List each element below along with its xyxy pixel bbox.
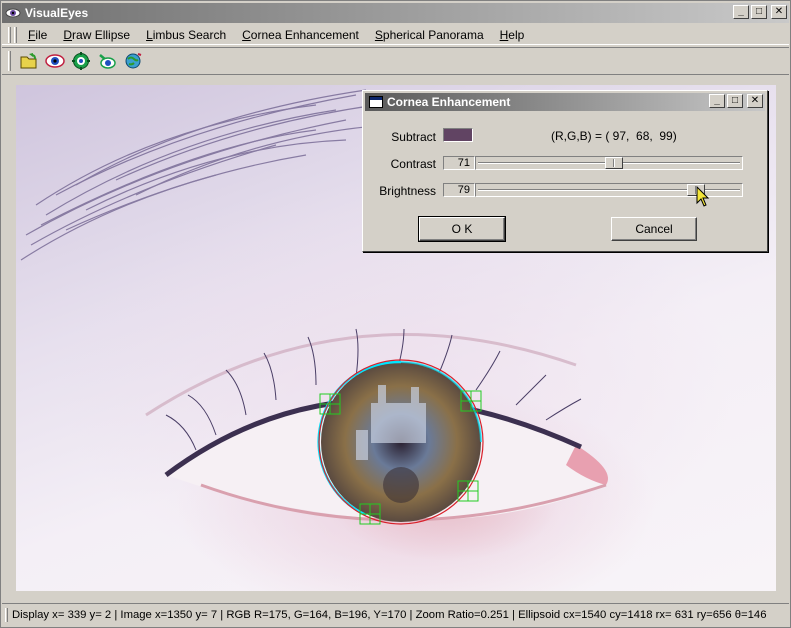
draw-ellipse-button[interactable] (44, 50, 66, 72)
close-button[interactable]: ✕ (771, 5, 787, 19)
maximize-button[interactable]: □ (751, 5, 767, 19)
menu-grip-2[interactable] (14, 26, 17, 43)
dialog-minimize-button[interactable]: _ (709, 94, 725, 108)
title-bar[interactable]: VisualEyes _ □ ✕ (2, 3, 789, 23)
open-button[interactable] (18, 50, 40, 72)
contrast-slider-thumb[interactable] (605, 157, 623, 169)
status-grip (5, 607, 8, 622)
open-folder-icon (20, 53, 37, 69)
subtract-label: Subtract (391, 130, 436, 144)
brightness-value: 79 (443, 183, 475, 197)
toolbar-grip[interactable] (8, 51, 11, 71)
toolbar (2, 47, 789, 75)
subtract-color-swatch[interactable] (443, 128, 473, 142)
status-bar: Display x= 339 y= 2 | Image x=1350 y= 7 … (2, 603, 789, 625)
main-window: VisualEyes _ □ ✕ File Draw Ellipse Limbu… (0, 0, 791, 628)
maximize-icon: □ (755, 6, 763, 17)
brightness-label: Brightness (379, 184, 436, 198)
menu-file[interactable]: File (20, 28, 55, 42)
window-title: VisualEyes (25, 6, 89, 20)
limbus-search-button[interactable] (70, 50, 92, 72)
eye-app-icon (5, 8, 21, 18)
menu-draw-ellipse[interactable]: Draw Ellipse (55, 28, 138, 42)
contrast-label: Contrast (390, 157, 436, 171)
contrast-value: 71 (443, 156, 475, 170)
minimize-icon: _ (714, 95, 720, 106)
dialog-title: Cornea Enhancement (387, 95, 511, 109)
close-icon: ✕ (774, 6, 784, 17)
globe-icon (125, 53, 142, 69)
dialog-close-button[interactable]: ✕ (747, 94, 763, 108)
rgb-readout: (R,G,B) = ( 97, 68, 99) (551, 129, 677, 143)
cornea-enhancement-dialog: Cornea Enhancement _ □ ✕ Subtract (R,G,B… (362, 90, 768, 252)
minimize-button[interactable]: _ (733, 5, 749, 19)
menu-bar: File Draw Ellipse Limbus Search Cornea E… (2, 25, 789, 45)
menu-spherical-panorama[interactable]: Spherical Panorama (367, 28, 492, 42)
gear-eye-icon (72, 52, 90, 70)
window-icon (369, 96, 383, 108)
maximize-icon: □ (731, 95, 739, 106)
dialog-maximize-button[interactable]: □ (727, 94, 743, 108)
eye-search-icon (99, 54, 116, 69)
menu-cornea-enhancement[interactable]: Cornea Enhancement (234, 28, 367, 42)
dialog-title-bar[interactable]: Cornea Enhancement _ □ ✕ (365, 93, 765, 111)
minimize-icon: _ (738, 6, 744, 17)
eyebrow (20, 89, 387, 261)
cornea-enhancement-button[interactable] (96, 50, 118, 72)
menu-limbus-search[interactable]: Limbus Search (138, 28, 234, 42)
close-icon: ✕ (750, 95, 760, 106)
reflection-figure (383, 467, 419, 503)
menu-help[interactable]: Help (492, 28, 533, 42)
mouse-pointer-icon (696, 186, 710, 207)
menu-grip[interactable] (8, 26, 11, 43)
eye-icon (45, 54, 65, 68)
ok-button[interactable]: O K (418, 216, 506, 242)
contrast-slider[interactable] (475, 156, 743, 170)
status-text: Display x= 339 y= 2 | Image x=1350 y= 7 … (12, 608, 767, 621)
cancel-button[interactable]: Cancel (611, 217, 697, 241)
spherical-panorama-button[interactable] (122, 50, 144, 72)
